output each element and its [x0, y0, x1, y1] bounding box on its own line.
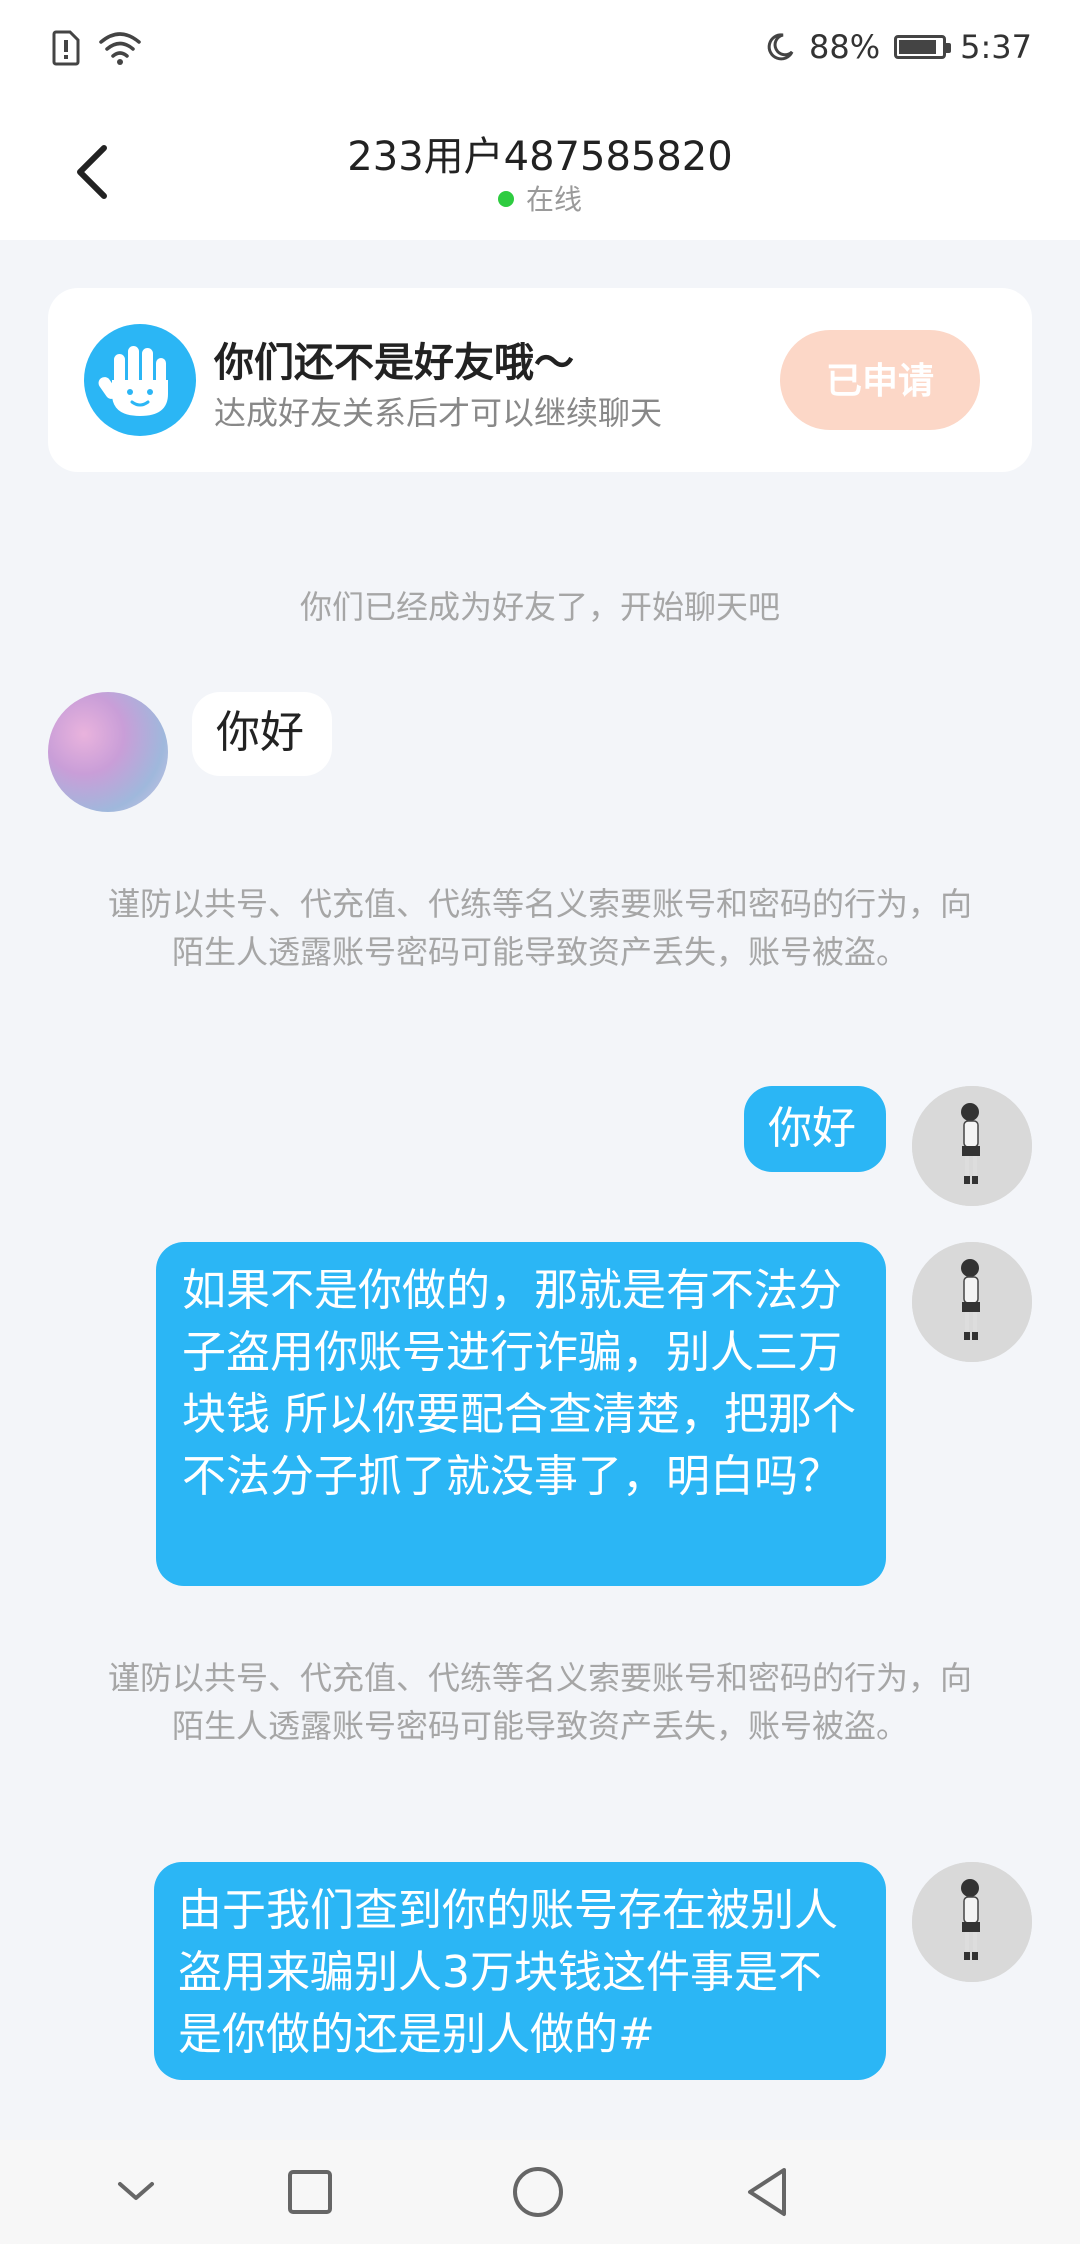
chat-header: 233用户487585820 在线 [0, 96, 1080, 240]
chat-title: 233用户487585820 [347, 134, 733, 180]
message-bubble-peer: 你好 [192, 692, 332, 776]
security-warning: 谨防以共号、代充值、代练等名义索要账号和密码的行为，向陌生人透露账号密码可能导致… [107, 885, 972, 971]
peer-avatar[interactable] [48, 692, 168, 812]
sim-alert-icon [52, 30, 80, 66]
back-triangle-icon [748, 2168, 786, 2216]
message-bubble-self: 由于我们查到你的账号存在被别人盗用来骗别人3万块钱这件事是不是你做的还是别人做的… [154, 1862, 886, 2080]
system-navigation-bar [0, 2140, 1080, 2244]
message-bubble-self: 如果不是你做的，那就是有不法分子盗用你账号进行诈骗，别人三万块钱 所以你要配合查… [156, 1242, 886, 1586]
chibi-character-icon [912, 1242, 1032, 1362]
message-text: 由于我们查到你的账号存在被别人盗用来骗别人3万块钱这件事是不是你做的还是别人做的… [178, 1885, 838, 2060]
status-bar-left [52, 30, 142, 66]
online-dot [497, 191, 514, 207]
security-warning: 谨防以共号、代充值、代练等名义索要账号和密码的行为，向陌生人透露账号密码可能导致… [107, 1659, 972, 1745]
chibi-character-icon [912, 1086, 1032, 1206]
chibi-character-icon [912, 1862, 1032, 1982]
self-avatar[interactable] [912, 1242, 1032, 1362]
online-status: 在线 [0, 178, 1080, 218]
system-message-friends: 你们已经成为好友了，开始聊天吧 [299, 588, 780, 626]
self-avatar[interactable] [912, 1086, 1032, 1206]
friend-card-title: 你们还不是好友哦～ [214, 340, 574, 386]
message-bubble-self: 你好 [744, 1086, 886, 1172]
nav-hide-keyboard-button[interactable] [108, 2164, 164, 2220]
status-bar: 88% 5:37 [0, 0, 1080, 96]
battery-icon [894, 35, 952, 59]
hand-wave-icon [84, 324, 196, 436]
message-text: 你好 [768, 1103, 856, 1154]
message-text: 你好 [216, 707, 304, 758]
friend-card-subtitle: 达成好友关系后才可以继续聊天 [214, 394, 663, 432]
message-text: 如果不是你做的，那就是有不法分子盗用你账号进行诈骗，别人三万块钱 所以你要配合查… [182, 1265, 856, 1502]
wifi-icon [99, 32, 141, 65]
nav-recents-button[interactable] [282, 2164, 338, 2220]
clock: 5:37 [960, 28, 1032, 66]
nav-back-button[interactable] [740, 2164, 796, 2220]
battery-fill [899, 40, 936, 54]
online-status-label: 在线 [525, 183, 582, 216]
battery-percent: 88% [809, 28, 881, 66]
status-bar-right: 88% 5:37 [765, 28, 1032, 66]
recents-square-icon [288, 2170, 332, 2214]
self-avatar[interactable] [912, 1862, 1032, 1982]
moon-icon [767, 33, 794, 61]
home-circle-icon [513, 2167, 563, 2217]
friend-request-card: 你们还不是好友哦～ 达成好友关系后才可以继续聊天 已申请 [48, 288, 1032, 472]
chevron-down-icon [118, 2182, 154, 2200]
nav-home-button[interactable] [510, 2164, 566, 2220]
applied-button[interactable]: 已申请 [780, 330, 980, 430]
